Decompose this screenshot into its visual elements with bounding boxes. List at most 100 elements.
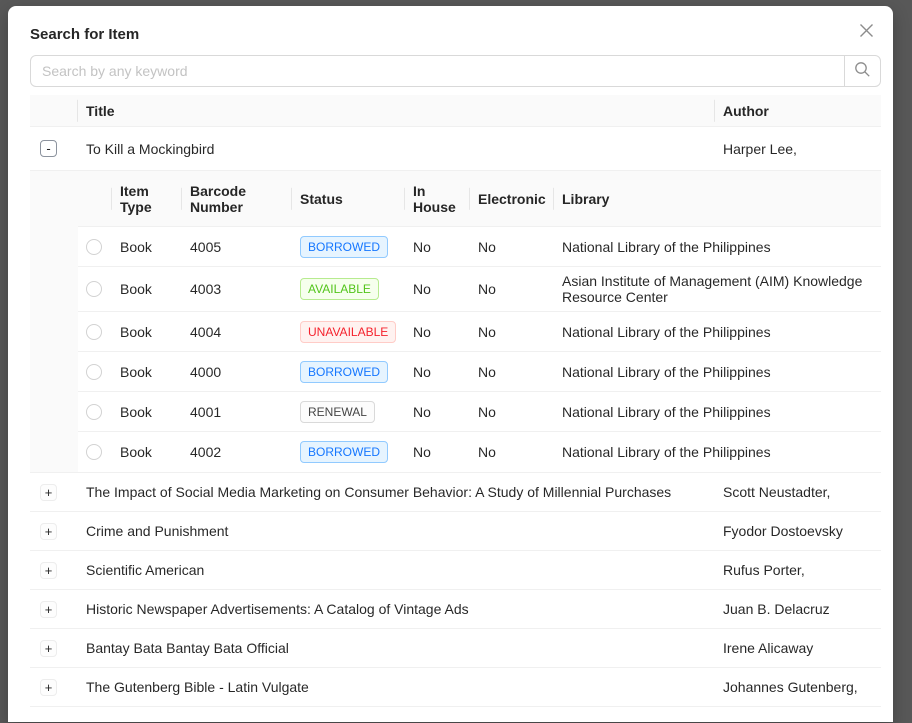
item-type-column-header: Item Type	[112, 177, 182, 221]
expand-row-button[interactable]: +	[40, 484, 57, 501]
item-radio-button[interactable]	[86, 404, 102, 420]
result-row: + Bantay Bata Bantay Bata Official Irene…	[30, 629, 881, 668]
result-row: + The Gutenberg Bible - Latin Vulgate Jo…	[30, 668, 881, 707]
result-author: Rufus Porter,	[715, 562, 881, 578]
in-house-cell: No	[405, 398, 470, 426]
item-type-cell: Book	[112, 438, 182, 466]
items-table: Item Type Barcode Number Status In House…	[78, 171, 881, 472]
result-author: Irene Alicaway	[715, 640, 881, 656]
item-type-cell: Book	[112, 275, 182, 303]
item-row: Book 4005 BORROWED No No National Librar…	[78, 227, 881, 267]
library-cell: National Library of the Philippines	[554, 233, 881, 261]
expand-gutter	[30, 171, 78, 472]
in-house-cell: No	[405, 438, 470, 466]
electronic-cell: No	[470, 275, 554, 303]
item-radio-button[interactable]	[86, 444, 102, 460]
in-house-cell: No	[405, 275, 470, 303]
items-table-header: Item Type Barcode Number Status In House…	[78, 171, 881, 227]
status-badge: UNAVAILABLE	[300, 321, 396, 343]
status-column-header: Status	[292, 185, 405, 213]
result-row-expanded: - To Kill a Mockingbird Harper Lee,	[30, 127, 881, 171]
electronic-cell: No	[470, 358, 554, 386]
result-title: Historic Newspaper Advertisements: A Cat…	[78, 601, 715, 617]
modal-header: Search for Item	[30, 6, 881, 55]
barcode-cell: 4004	[182, 318, 292, 346]
item-type-cell: Book	[112, 398, 182, 426]
item-radio-button[interactable]	[86, 324, 102, 340]
item-row: Book 4001 RENEWAL No No National Library…	[78, 392, 881, 432]
result-row: + Scientific American Rufus Porter,	[30, 551, 881, 590]
in-house-column-header: In House	[405, 177, 470, 221]
close-icon	[859, 23, 874, 41]
status-badge: BORROWED	[300, 361, 388, 383]
expand-row-button[interactable]: +	[40, 601, 57, 618]
result-title: Bantay Bata Bantay Bata Official	[78, 640, 715, 656]
status-badge: AVAILABLE	[300, 278, 379, 300]
result-author: Fyodor Dostoevsky	[715, 523, 881, 539]
status-badge: BORROWED	[300, 236, 388, 258]
library-cell: National Library of the Philippines	[554, 398, 881, 426]
expand-row-button[interactable]: +	[40, 562, 57, 579]
item-radio-button[interactable]	[86, 364, 102, 380]
barcode-cell: 4003	[182, 275, 292, 303]
item-row: Book 4003 AVAILABLE No No Asian Institut…	[78, 267, 881, 312]
library-column-header: Library	[554, 185, 881, 213]
search-input[interactable]	[30, 55, 845, 87]
barcode-cell: 4000	[182, 358, 292, 386]
result-author: Juan B. Delacruz	[715, 601, 881, 617]
result-author: Johannes Gutenberg,	[715, 679, 881, 695]
in-house-cell: No	[405, 358, 470, 386]
status-badge: RENEWAL	[300, 401, 375, 423]
item-radio-button[interactable]	[86, 281, 102, 297]
item-type-cell: Book	[112, 233, 182, 261]
in-house-cell: No	[405, 318, 470, 346]
result-author: Scott Neustadter,	[715, 484, 881, 500]
result-row: + The Impact of Social Media Marketing o…	[30, 473, 881, 512]
radio-column-header	[78, 193, 112, 205]
barcode-column-header: Barcode Number	[182, 177, 292, 221]
item-row: Book 4000 BORROWED No No National Librar…	[78, 352, 881, 392]
results-table-header: Title Author	[30, 95, 881, 127]
title-column-header: Title	[78, 103, 715, 119]
library-cell: Asian Institute of Management (AIM) Know…	[554, 267, 881, 311]
item-radio-button[interactable]	[86, 239, 102, 255]
result-title: Scientific American	[78, 562, 715, 578]
collapse-row-button[interactable]: -	[40, 140, 57, 157]
result-row: + Crime and Punishment Fyodor Dostoevsky	[30, 512, 881, 551]
status-badge: BORROWED	[300, 441, 388, 463]
close-button[interactable]	[855, 21, 877, 43]
result-title: To Kill a Mockingbird	[78, 141, 715, 157]
library-cell: National Library of the Philippines	[554, 438, 881, 466]
barcode-cell: 4001	[182, 398, 292, 426]
barcode-cell: 4002	[182, 438, 292, 466]
barcode-cell: 4005	[182, 233, 292, 261]
search-icon	[854, 61, 871, 81]
electronic-cell: No	[470, 438, 554, 466]
electronic-column-header: Electronic	[470, 185, 554, 213]
modal-title: Search for Item	[30, 26, 881, 43]
expand-row-button[interactable]: +	[40, 523, 57, 540]
result-title: The Gutenberg Bible - Latin Vulgate	[78, 679, 715, 695]
search-group	[30, 55, 881, 87]
in-house-cell: No	[405, 233, 470, 261]
result-title: Crime and Punishment	[78, 523, 715, 539]
item-type-cell: Book	[112, 358, 182, 386]
library-cell: National Library of the Philippines	[554, 318, 881, 346]
search-for-item-modal: Search for Item Title Author - To Kill a…	[8, 6, 893, 722]
result-author: Harper Lee,	[715, 141, 881, 157]
result-row: + Historic Newspaper Advertisements: A C…	[30, 590, 881, 629]
expanded-items-area: Item Type Barcode Number Status In House…	[30, 171, 881, 473]
electronic-cell: No	[470, 318, 554, 346]
item-row: Book 4004 UNAVAILABLE No No National Lib…	[78, 312, 881, 352]
author-column-header: Author	[715, 103, 881, 119]
search-button[interactable]	[844, 55, 881, 87]
results-table: Title Author - To Kill a Mockingbird Har…	[30, 95, 881, 707]
electronic-cell: No	[470, 398, 554, 426]
result-title: The Impact of Social Media Marketing on …	[78, 484, 715, 500]
electronic-cell: No	[470, 233, 554, 261]
expand-row-button[interactable]: +	[40, 679, 57, 696]
item-type-cell: Book	[112, 318, 182, 346]
library-cell: National Library of the Philippines	[554, 358, 881, 386]
expand-row-button[interactable]: +	[40, 640, 57, 657]
item-row: Book 4002 BORROWED No No National Librar…	[78, 432, 881, 472]
